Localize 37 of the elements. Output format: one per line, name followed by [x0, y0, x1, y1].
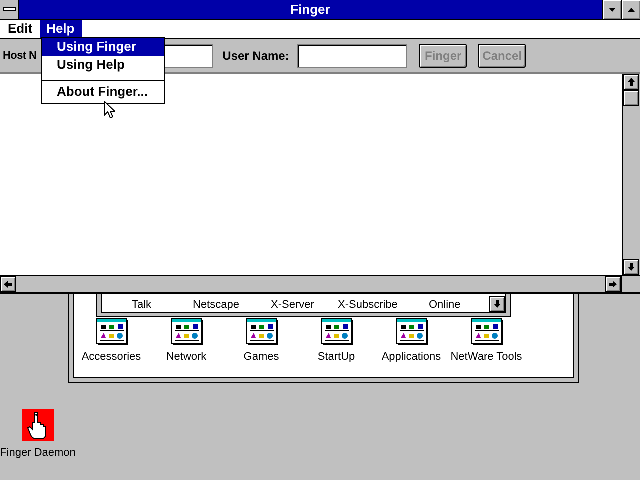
group-label: Accessories — [82, 351, 142, 363]
field-label: Host N — [3, 50, 37, 62]
icon-label: Finger Daemon — [0, 447, 76, 459]
group-label: X-Subscribe — [338, 299, 399, 311]
hand-icon — [22, 409, 54, 441]
up-triangle-icon — [628, 8, 634, 12]
user-name-field[interactable] — [297, 44, 408, 68]
horizontal-scrollbar[interactable] — [0, 276, 621, 292]
group-label: X-Server — [271, 299, 316, 311]
group-label: Netscape — [193, 299, 240, 311]
right-arrow-icon — [609, 280, 617, 288]
menu-item[interactable]: Edit — [1, 20, 40, 38]
down-triangle-icon — [608, 8, 616, 12]
scrollbar-thumb[interactable] — [623, 90, 639, 106]
system-menu-icon — [2, 7, 16, 12]
up-arrow-icon — [628, 78, 634, 86]
menu-item[interactable]: Using Help — [42, 56, 164, 74]
field-label: User Name: — [222, 48, 290, 62]
maximize-button[interactable] — [621, 0, 640, 19]
down-arrow-icon — [628, 263, 634, 271]
down-arrow-icon — [494, 300, 500, 308]
group-label: NetWare Tools — [450, 351, 522, 363]
group-label: Network — [166, 351, 207, 363]
group-label: StartUp — [318, 351, 356, 363]
group-label: Online — [429, 299, 461, 311]
scroll-down-button[interactable] — [489, 296, 505, 312]
group-label: Talk — [132, 299, 153, 311]
group-label: Games — [244, 351, 280, 363]
system-menu-button[interactable] — [0, 0, 19, 19]
menu-item[interactable]: Using Finger — [42, 38, 164, 56]
group-label: Applications — [382, 351, 442, 363]
window-title: Finger — [290, 1, 332, 19]
vertical-scrollbar[interactable] — [622, 74, 640, 275]
left-arrow-icon — [4, 280, 12, 288]
minimize-button[interactable] — [602, 0, 621, 19]
menu-item[interactable]: About Finger... — [42, 83, 164, 101]
menu-item[interactable]: Help — [40, 20, 82, 38]
